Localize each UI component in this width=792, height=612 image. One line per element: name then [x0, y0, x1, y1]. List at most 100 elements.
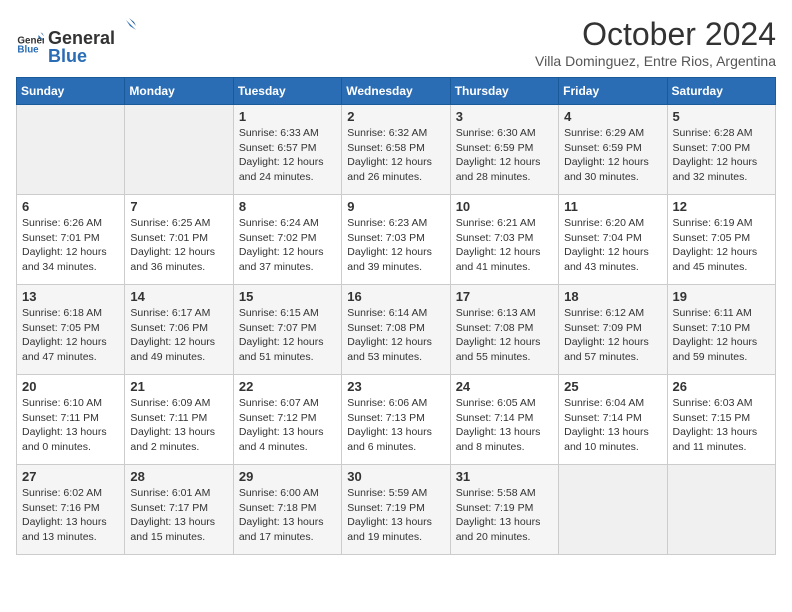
logo-general-text: General — [48, 29, 115, 47]
calendar-day-cell: 2 Sunrise: 6:32 AM Sunset: 6:58 PM Daylig… — [342, 105, 450, 195]
calendar-day-cell: 7 Sunrise: 6:25 AM Sunset: 7:01 PM Daylig… — [125, 195, 233, 285]
day-number: 22 — [239, 379, 336, 394]
day-info: Sunrise: 6:11 AM Sunset: 7:10 PM Dayligh… — [673, 306, 770, 365]
calendar-day-cell: 17Sunrise: 6:13 AM Sunset: 7:08 PM Dayli… — [450, 285, 558, 375]
weekday-header: Wednesday — [342, 78, 450, 105]
calendar-day-cell — [17, 105, 125, 195]
day-number: 13 — [22, 289, 119, 304]
calendar-header-row: SundayMondayTuesdayWednesdayThursdayFrid… — [17, 78, 776, 105]
logo-blue-bird — [116, 16, 136, 44]
day-info: Sunrise: 6:14 AM Sunset: 7:08 PM Dayligh… — [347, 306, 444, 365]
calendar-day-cell: 16Sunrise: 6:14 AM Sunset: 7:08 PM Dayli… — [342, 285, 450, 375]
calendar-day-cell: 25 Sunrise: 6:04 AM Sunset: 7:14 PM Dayli… — [559, 375, 667, 465]
calendar-day-cell: 13 Sunrise: 6:18 AM Sunset: 7:05 PM Dayli… — [17, 285, 125, 375]
calendar-day-cell: 31Sunrise: 5:58 AM Sunset: 7:19 PM Dayli… — [450, 465, 558, 555]
day-number: 11 — [564, 199, 661, 214]
day-info: Sunrise: 6:29 AM Sunset: 6:59 PM Dayligh… — [564, 126, 661, 185]
day-number: 15 — [239, 289, 336, 304]
calendar-day-cell: 30Sunrise: 5:59 AM Sunset: 7:19 PM Dayli… — [342, 465, 450, 555]
day-number: 23 — [347, 379, 444, 394]
day-number: 27 — [22, 469, 119, 484]
calendar-day-cell: 20 Sunrise: 6:10 AM Sunset: 7:11 PM Dayli… — [17, 375, 125, 465]
day-info: Sunrise: 6:02 AM Sunset: 7:16 PM Dayligh… — [22, 486, 119, 545]
day-info: Sunrise: 6:21 AM Sunset: 7:03 PM Dayligh… — [456, 216, 553, 275]
calendar-day-cell: 10Sunrise: 6:21 AM Sunset: 7:03 PM Dayli… — [450, 195, 558, 285]
day-number: 20 — [22, 379, 119, 394]
weekday-header: Sunday — [17, 78, 125, 105]
calendar-day-cell — [125, 105, 233, 195]
calendar-day-cell — [559, 465, 667, 555]
day-info: Sunrise: 6:04 AM Sunset: 7:14 PM Dayligh… — [564, 396, 661, 455]
location-subtitle: Villa Dominguez, Entre Rios, Argentina — [535, 53, 776, 69]
calendar-day-cell: 14Sunrise: 6:17 AM Sunset: 7:06 PM Dayli… — [125, 285, 233, 375]
calendar-day-cell: 21 Sunrise: 6:09 AM Sunset: 7:11 PM Dayli… — [125, 375, 233, 465]
calendar-day-cell: 23 Sunrise: 6:06 AM Sunset: 7:13 PM Dayli… — [342, 375, 450, 465]
weekday-header: Tuesday — [233, 78, 341, 105]
day-info: Sunrise: 6:30 AM Sunset: 6:59 PM Dayligh… — [456, 126, 553, 185]
calendar-day-cell: 18 Sunrise: 6:12 AM Sunset: 7:09 PM Dayli… — [559, 285, 667, 375]
calendar-day-cell: 4 Sunrise: 6:29 AM Sunset: 6:59 PM Daylig… — [559, 105, 667, 195]
day-number: 21 — [130, 379, 227, 394]
day-info: Sunrise: 6:23 AM Sunset: 7:03 PM Dayligh… — [347, 216, 444, 275]
day-info: Sunrise: 6:01 AM Sunset: 7:17 PM Dayligh… — [130, 486, 227, 545]
day-number: 29 — [239, 469, 336, 484]
calendar-day-cell: 19 Sunrise: 6:11 AM Sunset: 7:10 PM Dayli… — [667, 285, 775, 375]
day-number: 1 — [239, 109, 336, 124]
calendar-day-cell: 26 Sunrise: 6:03 AM Sunset: 7:15 PM Dayli… — [667, 375, 775, 465]
calendar-day-cell: 27 Sunrise: 6:02 AM Sunset: 7:16 PM Dayli… — [17, 465, 125, 555]
weekday-header: Monday — [125, 78, 233, 105]
day-number: 8 — [239, 199, 336, 214]
day-info: Sunrise: 6:00 AM Sunset: 7:18 PM Dayligh… — [239, 486, 336, 545]
day-number: 19 — [673, 289, 770, 304]
day-info: Sunrise: 6:26 AM Sunset: 7:01 PM Dayligh… — [22, 216, 119, 275]
title-block: October 2024 Villa Dominguez, Entre Rios… — [535, 16, 776, 69]
calendar-week-row: 20 Sunrise: 6:10 AM Sunset: 7:11 PM Dayli… — [17, 375, 776, 465]
day-number: 6 — [22, 199, 119, 214]
day-info: Sunrise: 6:06 AM Sunset: 7:13 PM Dayligh… — [347, 396, 444, 455]
day-info: Sunrise: 6:20 AM Sunset: 7:04 PM Dayligh… — [564, 216, 661, 275]
day-info: Sunrise: 6:03 AM Sunset: 7:15 PM Dayligh… — [673, 396, 770, 455]
calendar-day-cell: 22Sunrise: 6:07 AM Sunset: 7:12 PM Dayli… — [233, 375, 341, 465]
month-year-title: October 2024 — [535, 16, 776, 53]
logo: General Blue General Blue — [16, 16, 137, 67]
day-number: 2 — [347, 109, 444, 124]
day-number: 24 — [456, 379, 553, 394]
day-number: 25 — [564, 379, 661, 394]
day-info: Sunrise: 6:15 AM Sunset: 7:07 PM Dayligh… — [239, 306, 336, 365]
calendar-day-cell: 1Sunrise: 6:33 AM Sunset: 6:57 PM Daylig… — [233, 105, 341, 195]
day-info: Sunrise: 6:12 AM Sunset: 7:09 PM Dayligh… — [564, 306, 661, 365]
day-info: Sunrise: 6:28 AM Sunset: 7:00 PM Dayligh… — [673, 126, 770, 185]
logo-blue-text: Blue — [48, 46, 87, 66]
calendar-day-cell: 12Sunrise: 6:19 AM Sunset: 7:05 PM Dayli… — [667, 195, 775, 285]
day-info: Sunrise: 6:25 AM Sunset: 7:01 PM Dayligh… — [130, 216, 227, 275]
day-info: Sunrise: 6:05 AM Sunset: 7:14 PM Dayligh… — [456, 396, 553, 455]
weekday-header: Thursday — [450, 78, 558, 105]
calendar-table: SundayMondayTuesdayWednesdayThursdayFrid… — [16, 77, 776, 555]
day-number: 4 — [564, 109, 661, 124]
calendar-week-row: 27 Sunrise: 6:02 AM Sunset: 7:16 PM Dayli… — [17, 465, 776, 555]
day-number: 7 — [130, 199, 227, 214]
day-info: Sunrise: 5:59 AM Sunset: 7:19 PM Dayligh… — [347, 486, 444, 545]
calendar-day-cell: 15 Sunrise: 6:15 AM Sunset: 7:07 PM Dayli… — [233, 285, 341, 375]
calendar-day-cell: 28Sunrise: 6:01 AM Sunset: 7:17 PM Dayli… — [125, 465, 233, 555]
day-info: Sunrise: 6:32 AM Sunset: 6:58 PM Dayligh… — [347, 126, 444, 185]
weekday-header: Saturday — [667, 78, 775, 105]
day-number: 26 — [673, 379, 770, 394]
calendar-week-row: 6 Sunrise: 6:26 AM Sunset: 7:01 PM Daylig… — [17, 195, 776, 285]
day-info: Sunrise: 6:18 AM Sunset: 7:05 PM Dayligh… — [22, 306, 119, 365]
calendar-day-cell: 6 Sunrise: 6:26 AM Sunset: 7:01 PM Daylig… — [17, 195, 125, 285]
logo-icon: General Blue — [16, 28, 44, 56]
day-number: 31 — [456, 469, 553, 484]
day-number: 5 — [673, 109, 770, 124]
svg-text:Blue: Blue — [17, 44, 39, 55]
day-number: 3 — [456, 109, 553, 124]
calendar-week-row: 13 Sunrise: 6:18 AM Sunset: 7:05 PM Dayli… — [17, 285, 776, 375]
calendar-day-cell: 8Sunrise: 6:24 AM Sunset: 7:02 PM Daylig… — [233, 195, 341, 285]
calendar-day-cell: 11 Sunrise: 6:20 AM Sunset: 7:04 PM Dayli… — [559, 195, 667, 285]
day-number: 12 — [673, 199, 770, 214]
calendar-day-cell: 9Sunrise: 6:23 AM Sunset: 7:03 PM Daylig… — [342, 195, 450, 285]
calendar-day-cell: 5 Sunrise: 6:28 AM Sunset: 7:00 PM Daylig… — [667, 105, 775, 195]
day-info: Sunrise: 6:09 AM Sunset: 7:11 PM Dayligh… — [130, 396, 227, 455]
day-info: Sunrise: 6:10 AM Sunset: 7:11 PM Dayligh… — [22, 396, 119, 455]
day-number: 18 — [564, 289, 661, 304]
